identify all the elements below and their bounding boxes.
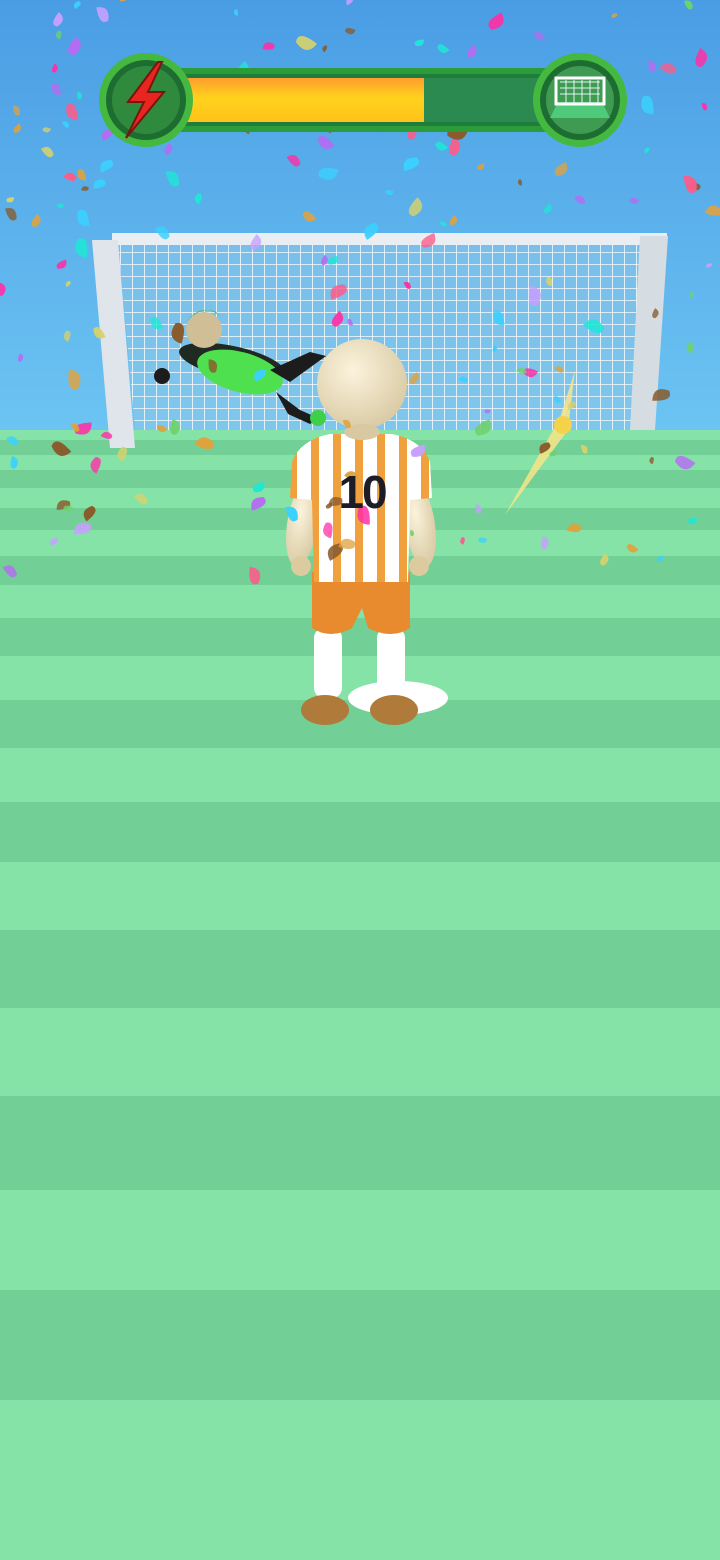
player-jersey-number: 10 xyxy=(338,466,387,518)
game-scene[interactable] xyxy=(0,0,720,1560)
level-progress-hud xyxy=(99,53,627,147)
pitch-stripe xyxy=(0,1400,720,1560)
pitch-stripe xyxy=(0,1190,720,1290)
pitch-stripe xyxy=(0,1290,720,1400)
pitch-stripe xyxy=(0,802,720,862)
pitch-stripe xyxy=(0,862,720,930)
pitch-stripe xyxy=(0,618,720,656)
pitch-stripe xyxy=(0,930,720,1008)
pitch-stripe xyxy=(0,1008,720,1096)
pitch-stripe xyxy=(0,748,720,802)
goal-target-button[interactable] xyxy=(533,53,627,147)
progress-fill xyxy=(184,78,424,122)
pitch-stripe xyxy=(0,1096,720,1190)
power-button[interactable] xyxy=(99,53,193,147)
